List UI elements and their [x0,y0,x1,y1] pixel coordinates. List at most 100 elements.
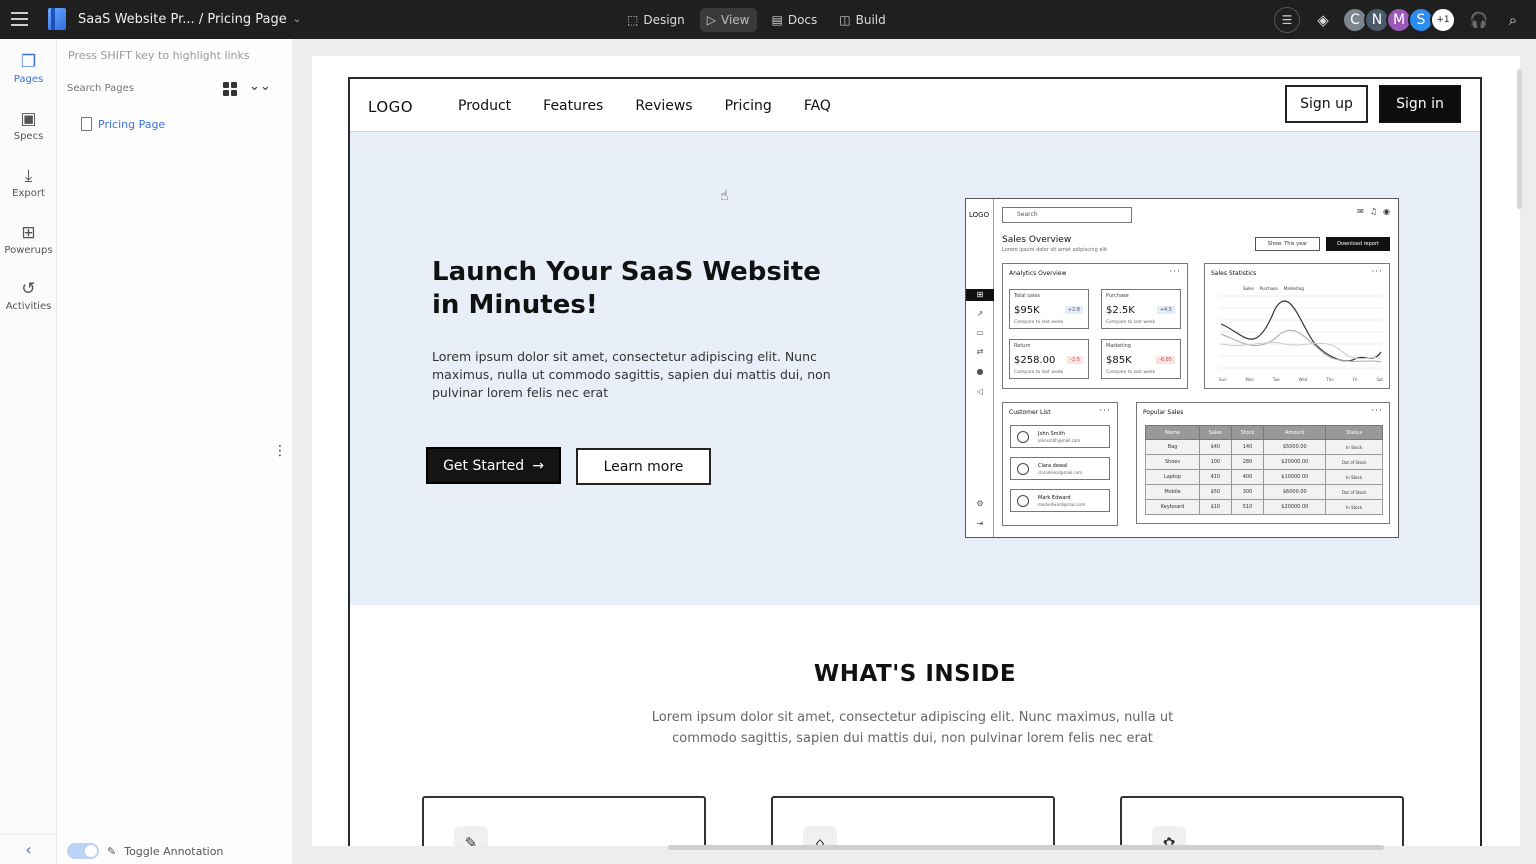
table-cell: $10 [1199,499,1232,515]
customer-list-card: Customer List ··· John Smith johnsmith@m… [1002,402,1118,526]
cursor-icon: ☝ [720,188,729,204]
breadcrumb[interactable]: SaaS Website Pr... / Pricing Page ⌄ [78,0,301,39]
vertical-scrollbar[interactable] [1517,69,1522,209]
app-logo[interactable] [48,8,66,30]
mode-design[interactable]: ⬚ Design [620,8,692,32]
section-text: Lorem ipsum dolor sit amet, consectetur … [651,710,1174,746]
toggle-annotation[interactable]: ✎ Toggle Annotation [67,843,223,859]
page-item-pricing[interactable]: Pricing Page [81,117,165,131]
mode-view[interactable]: ▷ View [699,7,757,32]
dashboard-subtitle: Lorem ipsum dolor sit amet adipiscing el… [1002,247,1108,253]
zoom-icon[interactable]: ⌕ [1502,9,1524,31]
period-select: Show: This year [1255,237,1320,251]
rail-item-pages[interactable]: ❐ Pages [0,52,57,85]
table-row: Mobile $50 300 $6000.00 Out of Stock [1144,484,1383,500]
docs-icon: ▤ [771,12,783,27]
rail-item-specs[interactable]: ▣ Specs [0,109,57,142]
button-label: Get Started [443,457,525,474]
customer-name: John Smith [1038,431,1066,437]
rail-item-powerups[interactable]: ⊞ Powerups [0,223,57,256]
rail-item-activities[interactable]: ↺ Activities [0,279,57,312]
rail-item-export[interactable]: ⤓ Export [0,166,57,199]
nav-link-features[interactable]: Features [543,98,603,114]
mode-label: Docs [787,12,818,27]
page-frame: LOGO Product Features Reviews Pricing FA… [312,56,1520,846]
stat-note: Compare to last week [1014,370,1064,375]
nav-link-product[interactable]: Product [458,98,511,114]
stat-card: Return $258.00 -2.5 Compare to last week [1009,339,1089,379]
mode-build[interactable]: ◫ Build [832,8,892,32]
customer-email: markedward@mail.com [1038,502,1086,507]
user-icon [1017,463,1029,475]
table-cell: 400 [1230,469,1265,485]
table-header-row: Name Sales Stock Amount Status [1144,425,1383,440]
bell-icon: ♫ [1369,207,1378,216]
site-nav: LOGO Product Features Reviews Pricing FA… [350,79,1480,132]
collapse-all-icon[interactable]: ⌄⌄ [249,79,271,94]
comments-icon[interactable]: ☰ [1274,6,1300,33]
search-row: ⌄⌄ [57,79,293,103]
table-cell: 510 [1230,499,1265,515]
mode-switcher: ⬚ Design ▷ View ▤ Docs ◫ Build [620,7,893,32]
table-header: Status [1325,425,1383,440]
stat-value: $85K [1106,355,1132,366]
transfer-icon: ⇄ [976,347,984,356]
wireframe-page: LOGO Product Features Reviews Pricing FA… [348,77,1482,846]
stat-value: $258.00 [1014,355,1056,366]
stat-pct: -6.85 [1156,356,1175,364]
table-cell: $50 [1199,484,1232,500]
stat-note: Compare to last week [1014,320,1064,325]
settings-icon: ⚙ [976,499,984,508]
mode-label: Design [643,12,685,27]
activities-icon: ↺ [21,279,36,299]
stat-pct: -2.5 [1067,356,1083,364]
day-label: Sun [1219,377,1227,382]
chevron-down-icon: ⌄ [292,14,302,25]
sales-stats-card: Sales Statistics ··· Sales Purchase Mark… [1204,263,1390,389]
mode-docs[interactable]: ▤ Docs [765,8,825,32]
menu-icon[interactable] [10,10,28,28]
popular-sales-card: Popular Sales ··· Name Sales Stock Amoun… [1136,402,1390,524]
grid-view-icon[interactable] [223,82,237,96]
signup-button[interactable]: Sign up [1285,85,1368,123]
search-pages-input[interactable] [67,83,217,94]
layers-icon[interactable]: ◈ [1312,9,1334,31]
nav-link-reviews[interactable]: Reviews [635,98,692,114]
status-badge: Out of Stock [1325,454,1383,470]
more-icon: ··· [1371,406,1383,416]
learn-more-button[interactable]: Learn more [576,448,711,485]
site-logo[interactable]: LOGO [368,98,413,116]
powerups-icon: ⊞ [21,223,36,243]
status-badge: In Stock [1325,469,1383,485]
dashboard-sidebar: LOGO ⊞ ↗ ▭ ⇄ ● ◁ ⚙ ⇥ [966,199,994,537]
nav-links: Product Features Reviews Pricing FAQ [458,98,831,114]
collaborators[interactable]: C N M S +1 [1342,6,1456,33]
panel-resize-handle[interactable]: ⋮ [273,444,287,458]
signin-button[interactable]: Sign in [1379,85,1461,123]
dashboard-logo: LOGO [969,211,990,219]
export-icon: ⤓ [24,166,33,186]
annotation-switch[interactable] [67,843,99,859]
toggle-label: Toggle Annotation [124,844,224,858]
table-cell: $20000.00 [1263,454,1327,470]
get-started-button[interactable]: Get Started → [426,447,561,484]
avatar-more[interactable]: +1 [1430,6,1456,33]
table-cell: $40 [1199,439,1232,455]
stat-note: Compare to last week [1106,370,1156,375]
table-cell: 280 [1230,454,1265,470]
table-row: Shoes 100 280 $20000.00 Out of Stock [1144,454,1383,470]
stat-note: Compare to last week [1106,320,1156,325]
customer-name: Mark Edward [1038,495,1071,501]
mode-label: View [721,12,750,27]
horizontal-scrollbar[interactable] [668,845,1384,850]
breadcrumb-text: SaaS Website Pr... / Pricing Page [78,12,287,27]
dashboard-mockup: LOGO ⊞ ↗ ▭ ⇄ ● ◁ ⚙ ⇥ Search ✉ ♫ ◉ Sales … [965,198,1399,538]
collapse-icon[interactable]: ‹ [0,834,57,864]
table-header: Name [1144,425,1201,440]
nav-link-faq[interactable]: FAQ [804,98,831,114]
headset-icon[interactable]: 🎧 [1468,9,1490,31]
dashboard-search: Search [1002,207,1132,223]
day-label: Fri [1352,377,1358,382]
table-cell: $20000.00 [1263,499,1327,515]
nav-link-pricing[interactable]: Pricing [725,98,772,114]
